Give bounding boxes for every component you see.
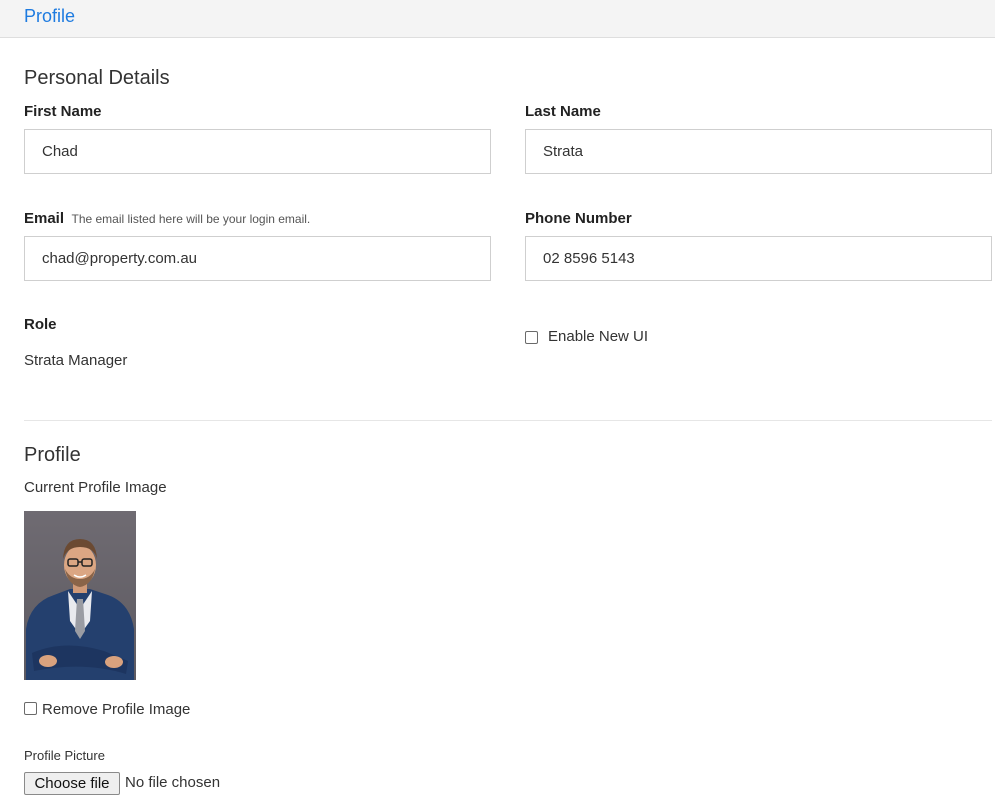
enable-new-ui-checkbox[interactable] xyxy=(525,331,538,344)
profile-photo-portrait xyxy=(26,539,134,680)
email-input[interactable] xyxy=(24,236,491,281)
remove-profile-image-label[interactable]: Remove Profile Image xyxy=(42,701,190,718)
first-name-label: First Name xyxy=(24,103,102,120)
profile-picture-label: Profile Picture xyxy=(24,748,105,763)
email-label-group: Email The email listed here will be your… xyxy=(24,210,310,228)
email-help-text: The email listed here will be your login… xyxy=(71,212,311,226)
first-name-input[interactable] xyxy=(24,129,491,174)
last-name-input[interactable] xyxy=(525,129,992,174)
phone-input[interactable] xyxy=(525,236,992,281)
role-value: Strata Manager xyxy=(24,352,128,369)
profile-heading: Profile xyxy=(24,444,81,466)
page-title[interactable]: Profile xyxy=(24,6,75,27)
section-divider xyxy=(24,420,992,421)
file-status-text: No file chosen xyxy=(125,774,221,791)
header-bar: Profile xyxy=(0,0,995,38)
email-label: Email xyxy=(24,210,65,227)
phone-label: Phone Number xyxy=(525,210,632,227)
remove-profile-image-checkbox[interactable] xyxy=(24,702,37,715)
last-name-label: Last Name xyxy=(525,103,601,120)
personal-details-heading: Personal Details xyxy=(24,67,170,89)
current-profile-image-label: Current Profile Image xyxy=(24,479,167,496)
role-label: Role xyxy=(24,316,57,333)
choose-file-button[interactable]: Choose file xyxy=(24,772,120,795)
enable-new-ui-label[interactable]: Enable New UI xyxy=(548,328,648,345)
profile-photo xyxy=(24,511,136,680)
